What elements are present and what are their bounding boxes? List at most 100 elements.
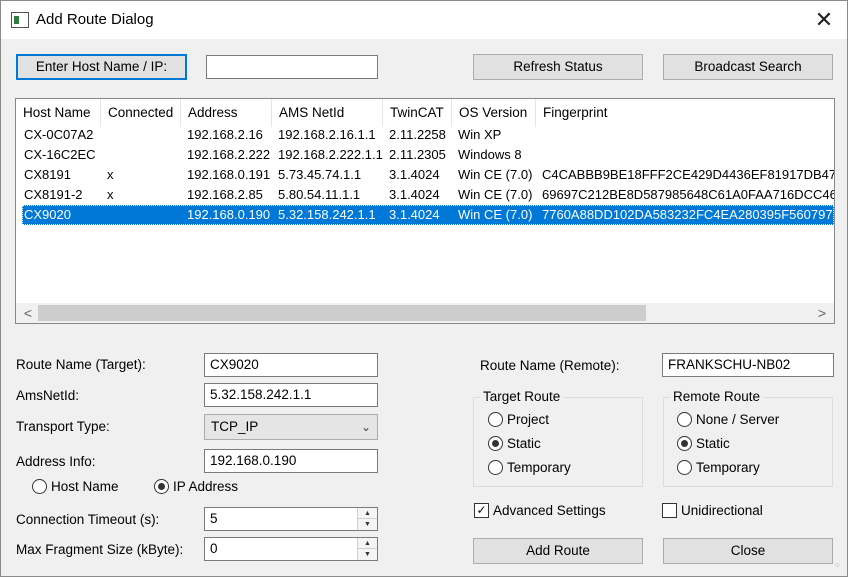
route-name-target-label: Route Name (Target): (16, 357, 146, 372)
cell-os-version: Win CE (7.0) (458, 187, 533, 202)
remote-route-static[interactable]: Static (677, 435, 817, 453)
radio-host-name[interactable]: Host Name (32, 478, 132, 496)
cell-twincat: 2.11.2258 (389, 127, 446, 142)
add-route-dialog: Add Route Dialog ✕ Enter Host Name / IP:… (0, 0, 848, 577)
cell-ams-netid: 192.168.2.222.1.1 (278, 147, 383, 162)
column-address[interactable]: Address (181, 99, 272, 127)
enter-host-button[interactable]: Enter Host Name / IP: (16, 54, 187, 80)
cell-address: 192.168.0.191 (187, 167, 271, 182)
max-fragment-stepper[interactable]: 0 ▲ ▼ (204, 537, 378, 561)
transport-type-select[interactable]: TCP_IP ⌄ (204, 414, 378, 440)
cell-os-version: Win CE (7.0) (458, 167, 533, 182)
remote-route-title: Remote Route (670, 389, 764, 404)
unidirectional-checkbox[interactable]: Unidirectional (662, 502, 792, 520)
target-route-static[interactable]: Static (488, 435, 618, 453)
host-name-input[interactable] (206, 55, 378, 79)
target-route-temporary[interactable]: Temporary (488, 459, 618, 477)
broadcast-search-button[interactable]: Broadcast Search (663, 54, 833, 80)
close-button[interactable]: Close (663, 538, 833, 564)
spin-buttons: ▲ ▼ (357, 538, 377, 560)
table-row[interactable]: CX8191-2 x 192.168.2.85 5.80.54.11.1.1 3… (22, 185, 834, 205)
cell-fingerprint: 69697C212BE8D587985648C61A0FAA716DCC46 (542, 187, 834, 202)
cell-address: 192.168.2.85 (187, 187, 263, 202)
table-row[interactable]: CX-16C2EC 192.168.2.222 192.168.2.222.1.… (22, 145, 834, 165)
cell-fingerprint (541, 125, 834, 145)
cell-host-name: CX-0C07A2 (24, 127, 94, 142)
remote-route-none-server[interactable]: None / Server (677, 411, 817, 429)
connection-timeout-label: Connection Timeout (s): (16, 512, 160, 527)
close-icon[interactable]: ✕ (811, 7, 837, 33)
remote-route-temporary[interactable]: Temporary (677, 459, 817, 477)
cell-host-name: CX8191 (24, 167, 71, 182)
column-twincat[interactable]: TwinCAT (383, 99, 452, 127)
cell-twincat: 3.1.4024 (389, 207, 440, 222)
transport-type-value: TCP_IP (211, 419, 259, 434)
radio-indicator-selected (488, 436, 503, 451)
column-os-version[interactable]: OS Version (452, 99, 536, 127)
remote-route-temporary-label: Temporary (696, 460, 760, 475)
column-host-name[interactable]: Host Name (16, 99, 101, 127)
cell-host-name: CX9020 (24, 207, 71, 222)
table-row[interactable]: CX-0C07A2 192.168.2.16 192.168.2.16.1.1 … (22, 125, 834, 145)
check-icon: ✓ (474, 503, 489, 518)
radio-indicator (32, 479, 47, 494)
route-name-target-input[interactable]: CX9020 (204, 353, 378, 377)
scroll-thumb[interactable] (38, 305, 646, 321)
cell-ams-netid: 5.73.45.74.1.1 (278, 167, 362, 182)
route-name-remote-label: Route Name (Remote): (480, 358, 620, 373)
amsnetid-input[interactable]: 5.32.158.242.1.1 (204, 383, 378, 407)
max-fragment-value[interactable]: 0 (210, 538, 218, 560)
connection-timeout-value[interactable]: 5 (210, 508, 218, 530)
column-fingerprint[interactable]: Fingerprint (536, 99, 834, 127)
radio-indicator-selected (677, 436, 692, 451)
advanced-settings-label: Advanced Settings (493, 503, 606, 518)
column-connected[interactable]: Connected (101, 99, 181, 127)
cell-connected: x (107, 167, 114, 182)
spin-down-icon[interactable]: ▼ (358, 549, 377, 560)
refresh-status-button[interactable]: Refresh Status (473, 54, 643, 80)
cell-os-version: Win XP (458, 127, 502, 142)
remote-route-group: Remote Route None / Server Static Tempor… (663, 389, 833, 487)
cell-ams-netid: 192.168.2.16.1.1 (278, 127, 376, 142)
spin-down-icon[interactable]: ▼ (358, 519, 377, 530)
host-list[interactable]: Host Name Connected Address AMS NetId Tw… (15, 98, 835, 324)
resize-grip-icon[interactable]: ⁘ (834, 562, 844, 573)
cell-fingerprint: C4CABBB9BE18FFF2CE429D4436EF81917DB47 (542, 167, 834, 182)
amsnetid-label: AmsNetId: (16, 388, 80, 403)
scroll-left-icon[interactable]: < (18, 303, 38, 323)
radio-ip-address[interactable]: IP Address (154, 478, 254, 496)
table-row[interactable]: CX8191 x 192.168.0.191 5.73.45.74.1.1 3.… (22, 165, 834, 185)
cell-ams-netid: 5.32.158.242.1.1 (278, 207, 376, 222)
table-row-selected[interactable]: CX9020 192.168.0.190 5.32.158.242.1.1 3.… (22, 205, 834, 225)
target-route-title: Target Route (480, 389, 564, 404)
route-name-remote-input[interactable]: FRANKSCHU-NB02 (662, 353, 834, 377)
unidirectional-label: Unidirectional (681, 503, 763, 518)
cell-address: 192.168.0.190 (187, 207, 271, 222)
spin-up-icon[interactable]: ▲ (358, 538, 377, 549)
address-info-label: Address Info: (16, 454, 96, 469)
max-fragment-label: Max Fragment Size (kByte): (16, 542, 184, 557)
horizontal-scrollbar[interactable]: < > (16, 303, 834, 323)
add-route-button[interactable]: Add Route (473, 538, 643, 564)
scroll-right-icon[interactable]: > (812, 303, 832, 323)
radio-host-name-label: Host Name (51, 479, 119, 494)
target-route-project-label: Project (507, 412, 550, 427)
cell-host-name: CX8191-2 (24, 187, 83, 202)
cell-host-name: CX-16C2EC (24, 147, 96, 162)
cell-twincat: 2.11.2305 (389, 147, 446, 162)
advanced-settings-checkbox[interactable]: ✓ Advanced Settings (474, 502, 624, 520)
remote-route-none-server-label: None / Server (696, 412, 780, 427)
list-header: Host Name Connected Address AMS NetId Tw… (16, 99, 834, 127)
target-route-project[interactable]: Project (488, 411, 618, 429)
column-ams-netid[interactable]: AMS NetId (272, 99, 383, 127)
window-title: Add Route Dialog (36, 11, 154, 28)
cell-connected (106, 205, 176, 225)
connection-timeout-stepper[interactable]: 5 ▲ ▼ (204, 507, 378, 531)
spin-up-icon[interactable]: ▲ (358, 508, 377, 519)
transport-type-label: Transport Type: (16, 419, 110, 434)
cell-ams-netid: 5.80.54.11.1.1 (278, 187, 361, 202)
radio-indicator-selected (154, 479, 169, 494)
address-info-input[interactable]: 192.168.0.190 (204, 449, 378, 473)
radio-indicator (488, 412, 503, 427)
target-route-static-label: Static (507, 436, 541, 451)
